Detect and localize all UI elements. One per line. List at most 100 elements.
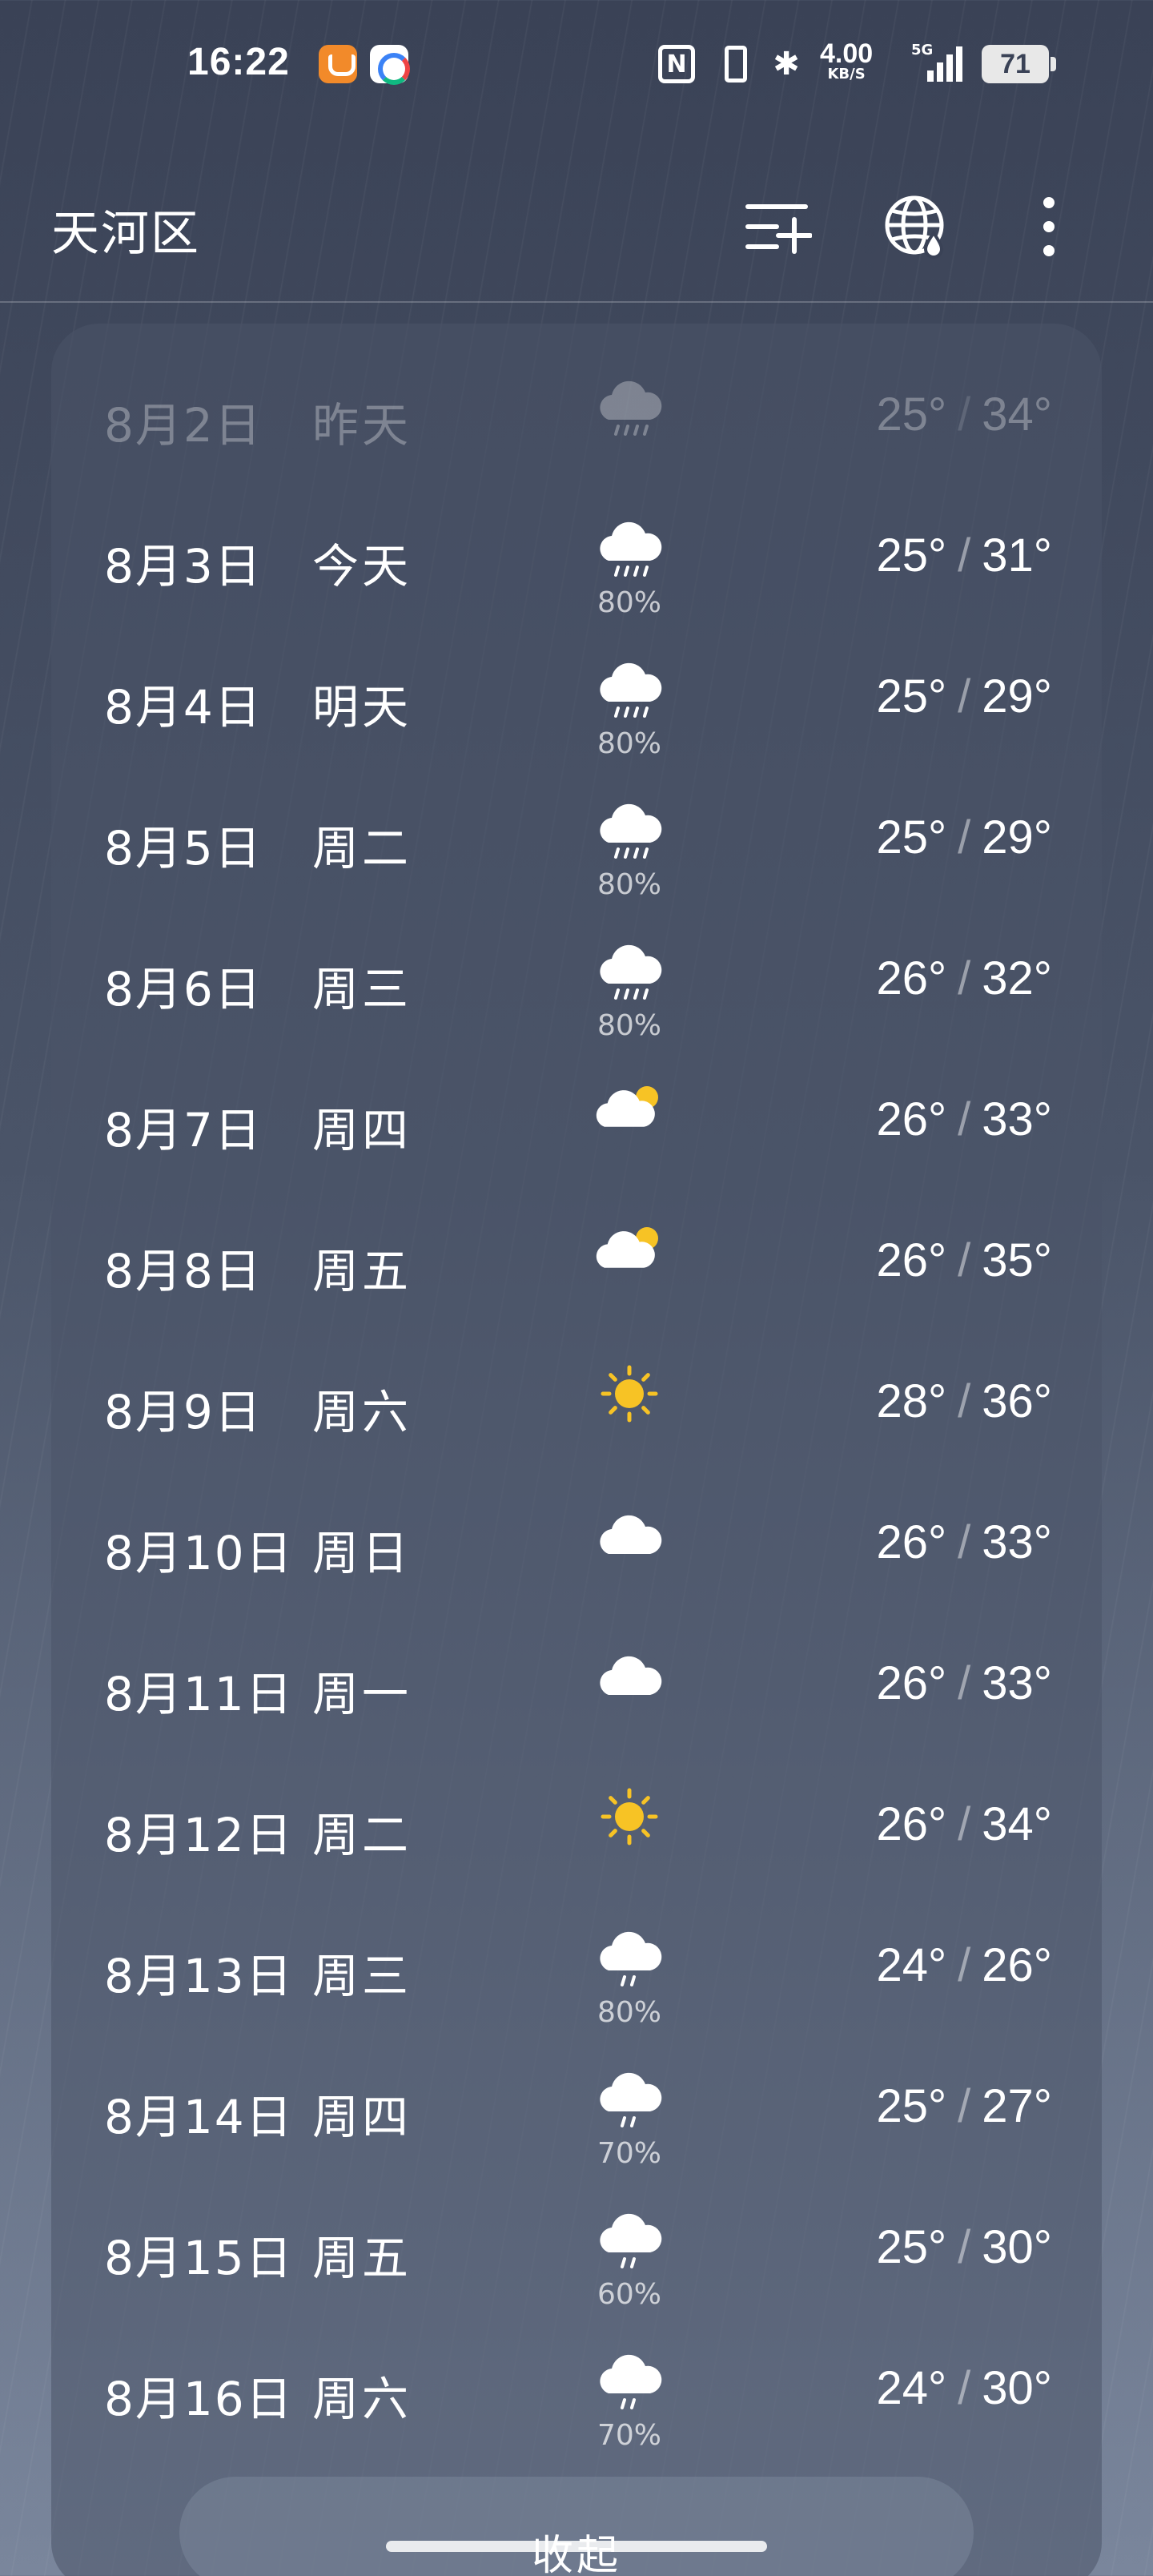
forecast-day: 今天 — [312, 539, 412, 594]
header-divider — [0, 301, 1153, 303]
forecast-date: 8月3日 — [104, 539, 263, 594]
temperature-range: 25°/31° — [876, 529, 1052, 582]
forecast-row[interactable]: 8月6日 周三 80% 26°/32° — [51, 905, 1102, 1046]
low-temperature: 25° — [876, 529, 947, 582]
forecast-date: 8月12日 — [104, 1808, 294, 1862]
forecast-card: 8月2日 昨天 25°/34° 8月3日 今天 80% 25°/31° 8月4日 明天 80% 25… — [51, 324, 1102, 2576]
high-temperature: 30° — [982, 2221, 1052, 2273]
temperature-separator: / — [958, 2362, 971, 2414]
low-temperature: 26° — [876, 952, 947, 1004]
forecast-row[interactable]: 8月13日 周三 80% 24°/26° — [51, 1892, 1102, 2033]
forecast-day: 明天 — [312, 680, 412, 735]
light-rain-icon — [591, 2060, 668, 2137]
forecast-day: 周日 — [312, 1526, 412, 1580]
temperature-separator: / — [958, 388, 971, 441]
forecast-day: 周五 — [312, 1244, 412, 1298]
temperature-separator: / — [958, 2080, 971, 2132]
sunny-icon — [591, 1778, 668, 1855]
more-options-button[interactable] — [1010, 188, 1087, 265]
forecast-date: 8月16日 — [104, 2372, 294, 2426]
forecast-day: 周四 — [312, 2090, 412, 2144]
precipitation-chance: 80% — [597, 727, 661, 760]
cloudy-icon — [591, 1496, 668, 1573]
high-temperature: 34° — [982, 1798, 1052, 1850]
precipitation-chance: 70% — [597, 2419, 661, 2452]
sunny-icon — [591, 1355, 668, 1432]
high-temperature: 29° — [982, 811, 1052, 863]
signal-icon: 5G — [908, 42, 964, 85]
forecast-row[interactable]: 8月16日 周六 70% 24°/30° — [51, 2315, 1102, 2456]
temperature-range: 26°/33° — [876, 1656, 1052, 1710]
forecast-row[interactable]: 8月9日 周六 28°/36° — [51, 1328, 1102, 1469]
notification-app-icon — [370, 45, 410, 85]
low-temperature: 26° — [876, 1093, 947, 1145]
precipitation-chance: 80% — [597, 1996, 661, 2029]
home-indicator[interactable] — [386, 2541, 767, 2552]
forecast-row[interactable]: 8月12日 周二 26°/34° — [51, 1751, 1102, 1892]
forecast-row[interactable]: 8月5日 周二 80% 25°/29° — [51, 764, 1102, 905]
temperature-separator: / — [958, 2221, 971, 2273]
forecast-row[interactable]: 8月2日 昨天 25°/34° — [51, 341, 1102, 482]
temperature-range: 26°/32° — [876, 952, 1052, 1005]
temperature-range: 24°/30° — [876, 2361, 1052, 2415]
low-temperature: 24° — [876, 1939, 947, 1991]
temperature-range: 25°/27° — [876, 2079, 1052, 2133]
temperature-separator: / — [958, 670, 971, 722]
network-speed-unit: KB/S — [827, 66, 866, 83]
status-time: 16:22 — [187, 41, 290, 83]
vibrate-icon — [717, 45, 754, 83]
rain-icon — [591, 932, 668, 1009]
forecast-day: 周五 — [312, 2231, 412, 2285]
temperature-separator: / — [958, 1375, 971, 1427]
more-icon — [1043, 197, 1055, 256]
location-title: 天河区 — [51, 206, 200, 262]
low-temperature: 28° — [876, 1375, 947, 1427]
high-temperature: 27° — [982, 2080, 1052, 2132]
add-city-icon — [745, 204, 812, 254]
low-temperature: 25° — [876, 2080, 947, 2132]
collapse-button[interactable]: 收起 — [179, 2477, 974, 2576]
partly-cloudy-icon — [591, 1214, 668, 1291]
precipitation-chance: 70% — [597, 2137, 661, 2170]
temperature-range: 26°/35° — [876, 1234, 1052, 1287]
forecast-day: 周二 — [312, 821, 412, 875]
forecast-row[interactable]: 8月11日 周一 26°/33° — [51, 1610, 1102, 1751]
network-speed: 4.00 KB/S — [820, 40, 873, 82]
app-header: 天河区 — [0, 172, 1153, 292]
forecast-row[interactable]: 8月3日 今天 80% 25°/31° — [51, 482, 1102, 623]
light-rain-icon — [591, 2201, 668, 2278]
globe-weather-icon — [885, 195, 944, 259]
low-temperature: 26° — [876, 1234, 947, 1286]
cloudy-icon — [591, 1637, 668, 1714]
forecast-row[interactable]: 8月4日 明天 80% 25°/29° — [51, 623, 1102, 764]
high-temperature: 26° — [982, 1939, 1052, 1991]
forecast-day: 昨天 — [312, 398, 412, 453]
rain-icon — [591, 650, 668, 727]
low-temperature: 26° — [876, 1657, 947, 1709]
low-temperature: 25° — [876, 2221, 947, 2273]
add-city-button[interactable] — [740, 188, 817, 265]
precipitation-chance: 80% — [597, 1009, 661, 1042]
forecast-date: 8月13日 — [104, 1949, 294, 2003]
light-rain-icon — [591, 2342, 668, 2419]
forecast-row[interactable]: 8月8日 周五 26°/35° — [51, 1187, 1102, 1328]
forecast-row[interactable]: 8月14日 周四 70% 25°/27° — [51, 2033, 1102, 2174]
temperature-range: 25°/29° — [876, 670, 1052, 723]
temperature-range: 25°/30° — [876, 2220, 1052, 2274]
temperature-separator: / — [958, 1657, 971, 1709]
high-temperature: 34° — [982, 388, 1052, 441]
rain-icon — [591, 509, 668, 586]
forecast-row[interactable]: 8月7日 周四 26°/33° — [51, 1046, 1102, 1187]
temperature-range: 26°/33° — [876, 1093, 1052, 1146]
temperature-separator: / — [958, 952, 971, 1004]
globe-weather-button[interactable] — [878, 188, 954, 265]
high-temperature: 33° — [982, 1516, 1052, 1568]
forecast-row[interactable]: 8月15日 周五 60% 25°/30° — [51, 2174, 1102, 2315]
forecast-date: 8月9日 — [104, 1385, 263, 1439]
high-temperature: 31° — [982, 529, 1052, 582]
low-temperature: 24° — [876, 2362, 947, 2414]
low-temperature: 26° — [876, 1798, 947, 1850]
temperature-range: 28°/36° — [876, 1375, 1052, 1428]
forecast-row[interactable]: 8月10日 周日 26°/33° — [51, 1469, 1102, 1610]
low-temperature: 25° — [876, 811, 947, 863]
